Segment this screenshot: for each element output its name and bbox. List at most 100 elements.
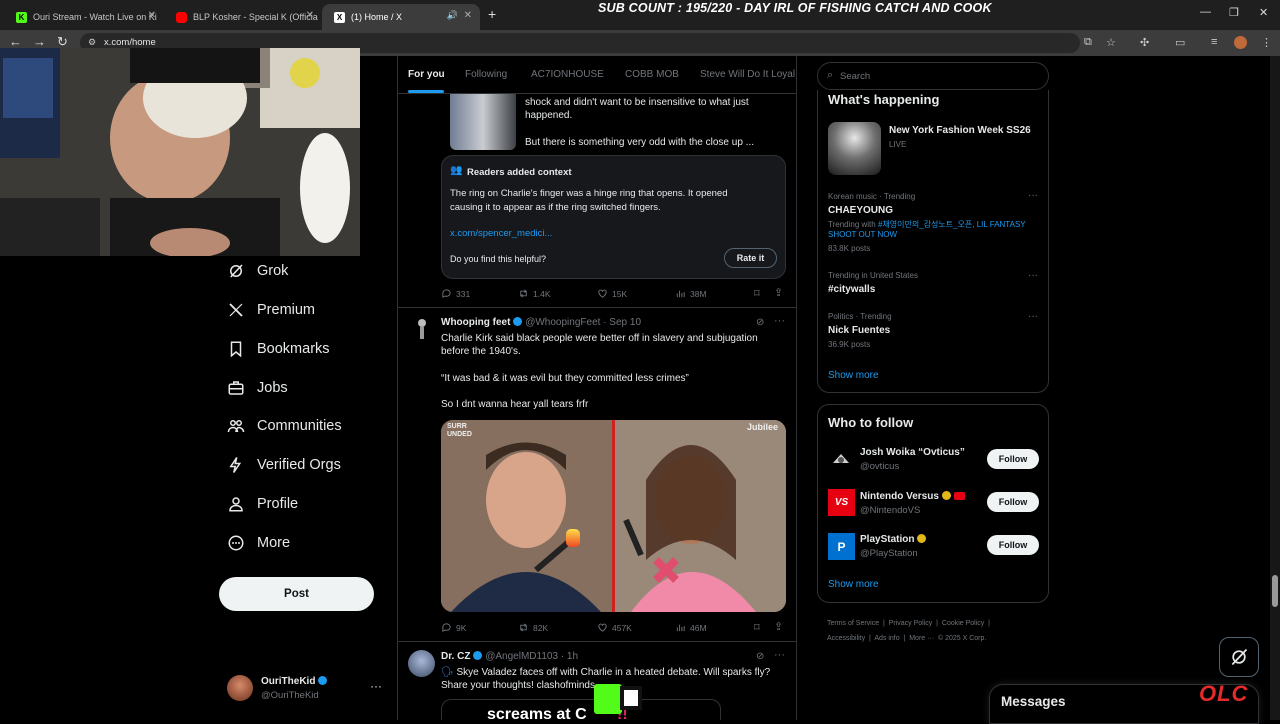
avatar[interactable]	[828, 445, 855, 472]
avatar[interactable]	[408, 650, 435, 677]
nav-item-label: Bookmarks	[257, 341, 330, 357]
trend-more-icon[interactable]: ···	[1028, 190, 1038, 201]
follow-button[interactable]: Follow	[987, 535, 1039, 555]
forward-icon[interactable]: →	[33, 35, 46, 49]
author-handle[interactable]: @WhoopingFeet	[525, 317, 600, 328]
browser-tab-x-home[interactable]: X (1) Home / X 🔊 ✕	[322, 4, 480, 30]
views-button[interactable]: 46M	[675, 622, 707, 633]
extensions-icon[interactable]: ✣	[1140, 36, 1149, 49]
install-app-icon[interactable]: ⧉	[1084, 36, 1092, 49]
tab-following[interactable]: Following	[465, 69, 507, 80]
split-view-icon[interactable]: ▭	[1175, 36, 1185, 49]
nav-item-jobs[interactable]: Jobs	[227, 376, 288, 400]
grok-floating-button[interactable]	[1219, 637, 1259, 677]
trend-item[interactable]: #citywalls	[828, 284, 875, 295]
tweet-date[interactable]: · Sep 10	[603, 317, 641, 328]
follow-button[interactable]: Follow	[987, 449, 1039, 469]
page-scrollbar[interactable]	[1270, 56, 1280, 720]
browser-tab-youtube[interactable]: BLP Kosher - Special K (Officia ✕	[164, 4, 322, 30]
suggested-account-name[interactable]: PlayStation	[860, 534, 927, 545]
close-tab-icon[interactable]: ✕	[464, 10, 472, 21]
webcam-feed-image	[0, 48, 360, 256]
close-window-icon[interactable]: ✕	[1259, 6, 1268, 19]
tweet-more-icon[interactable]: ···	[774, 315, 785, 327]
post-button[interactable]: Post	[219, 577, 374, 611]
reply-button[interactable]: 331	[441, 288, 470, 299]
tab-ac7ionhouse[interactable]: AC7IONHOUSE	[531, 69, 604, 80]
reply-button[interactable]: 9K	[441, 622, 466, 633]
reload-icon[interactable]: ↻	[57, 35, 68, 49]
grok-analyze-icon[interactable]: ⊘	[756, 317, 764, 328]
bookmark-icon[interactable]: ⌑	[754, 621, 760, 634]
tab-steve-will-do-it[interactable]: Steve Will Do It Loyal	[700, 69, 795, 80]
grok-analyze-icon[interactable]: ⊘	[756, 651, 764, 662]
bookmark-star-icon[interactable]: ☆	[1106, 36, 1116, 49]
back-icon[interactable]: ←	[9, 35, 22, 49]
author-handle[interactable]: @AngelMD1103	[485, 651, 558, 662]
avatar[interactable]: VS	[828, 489, 855, 516]
tweet-media-video[interactable]: SURR UNDED Jubilee	[441, 420, 786, 612]
nav-item-profile[interactable]: Profile	[227, 492, 298, 516]
messages-drawer[interactable]: Messages OLC	[989, 681, 1259, 724]
minimize-icon[interactable]: —	[1200, 6, 1211, 18]
browser-tab-kick[interactable]: K Ouri Stream - Watch Live on Ki ✕	[4, 4, 164, 30]
site-info-icon[interactable]: ⚙	[88, 37, 96, 48]
heart-icon	[598, 623, 607, 632]
search-input[interactable]: ⌕ Search	[817, 62, 1049, 90]
show-more-link[interactable]: Show more	[828, 370, 879, 381]
account-more-icon[interactable]: ···	[370, 679, 382, 693]
browser-menu-icon[interactable]: ⋮	[1261, 36, 1272, 49]
media-control-icon[interactable]: ≡	[1211, 36, 1217, 48]
x-favicon-icon: X	[334, 11, 345, 23]
share-icon[interactable]: ⇪	[774, 620, 783, 633]
footer-line[interactable]: Terms of Service | Privacy Policy | Cook…	[827, 616, 1049, 631]
new-tab-button[interactable]: +	[488, 6, 496, 22]
quoted-media-thumbnail[interactable]	[450, 94, 516, 150]
like-button[interactable]: 15K	[597, 288, 627, 299]
trend-item[interactable]: CHAEYOUNG	[828, 205, 893, 216]
trend-more-icon[interactable]: ···	[1028, 270, 1038, 281]
author-name[interactable]: Whooping feet	[441, 317, 510, 328]
nav-item-more[interactable]: More	[227, 531, 290, 555]
profile-avatar-icon[interactable]	[1234, 36, 1247, 49]
nav-item-grok[interactable]: Grok	[227, 259, 288, 283]
url-text[interactable]: x.com/home	[104, 37, 156, 48]
avatar[interactable]: P	[828, 533, 855, 560]
show-more-link[interactable]: Show more	[828, 579, 879, 590]
tweet-more-icon[interactable]: ···	[774, 649, 785, 661]
like-button[interactable]: 457K	[597, 622, 632, 633]
author-name[interactable]: Dr. CZ	[441, 651, 470, 662]
nav-item-bookmarks[interactable]: Bookmarks	[227, 337, 330, 361]
tweet-media-video[interactable]: screams at C !!	[441, 699, 721, 720]
nav-item-verified-orgs[interactable]: Verified Orgs	[227, 453, 341, 477]
tab-for-you[interactable]: For you	[408, 69, 445, 80]
scrollbar-thumb[interactable]	[1272, 575, 1278, 607]
suggested-account-name[interactable]: Nintendo Versus	[860, 491, 965, 502]
restore-icon[interactable]: ❐	[1229, 6, 1239, 19]
nav-item-premium[interactable]: Premium	[227, 298, 315, 322]
footer-line[interactable]: Accessibility | Ads info | More ··· © 20…	[827, 631, 1049, 646]
tab-cobb-mob[interactable]: COBB MOB	[625, 69, 679, 80]
repost-button[interactable]: 82K	[518, 622, 548, 633]
tweet-date[interactable]: · 1h	[561, 651, 578, 662]
grok-icon	[230, 264, 243, 278]
rate-it-button[interactable]: Rate it	[724, 248, 777, 268]
event-title[interactable]: New York Fashion Week SS26	[889, 125, 1031, 136]
close-tab-icon[interactable]: ✕	[306, 10, 314, 21]
share-icon[interactable]: ⇪	[774, 286, 783, 299]
suggested-account-name[interactable]: Josh Woika “Ovticus”	[860, 447, 965, 458]
trend-more-icon[interactable]: ···	[1028, 311, 1038, 322]
close-tab-icon[interactable]: ✕	[148, 10, 156, 21]
avatar[interactable]	[412, 318, 432, 342]
trend-item[interactable]: Nick Fuentes	[828, 325, 890, 336]
repost-button[interactable]: 1.4K	[518, 288, 551, 299]
note-source-link[interactable]: x.com/spencer_medici...	[450, 228, 552, 239]
follow-button[interactable]: Follow	[987, 492, 1039, 512]
event-thumbnail[interactable]	[828, 122, 881, 175]
views-button[interactable]: 38M	[675, 288, 707, 299]
bookmark-icon[interactable]: ⌑	[754, 287, 760, 300]
audio-playing-icon[interactable]: 🔊	[447, 10, 458, 21]
suggested-account-handle: @ovticus	[860, 461, 900, 472]
account-switcher[interactable]: OuriTheKid @OuriTheKid ···	[227, 673, 387, 709]
nav-item-communities[interactable]: Communities	[227, 414, 342, 438]
